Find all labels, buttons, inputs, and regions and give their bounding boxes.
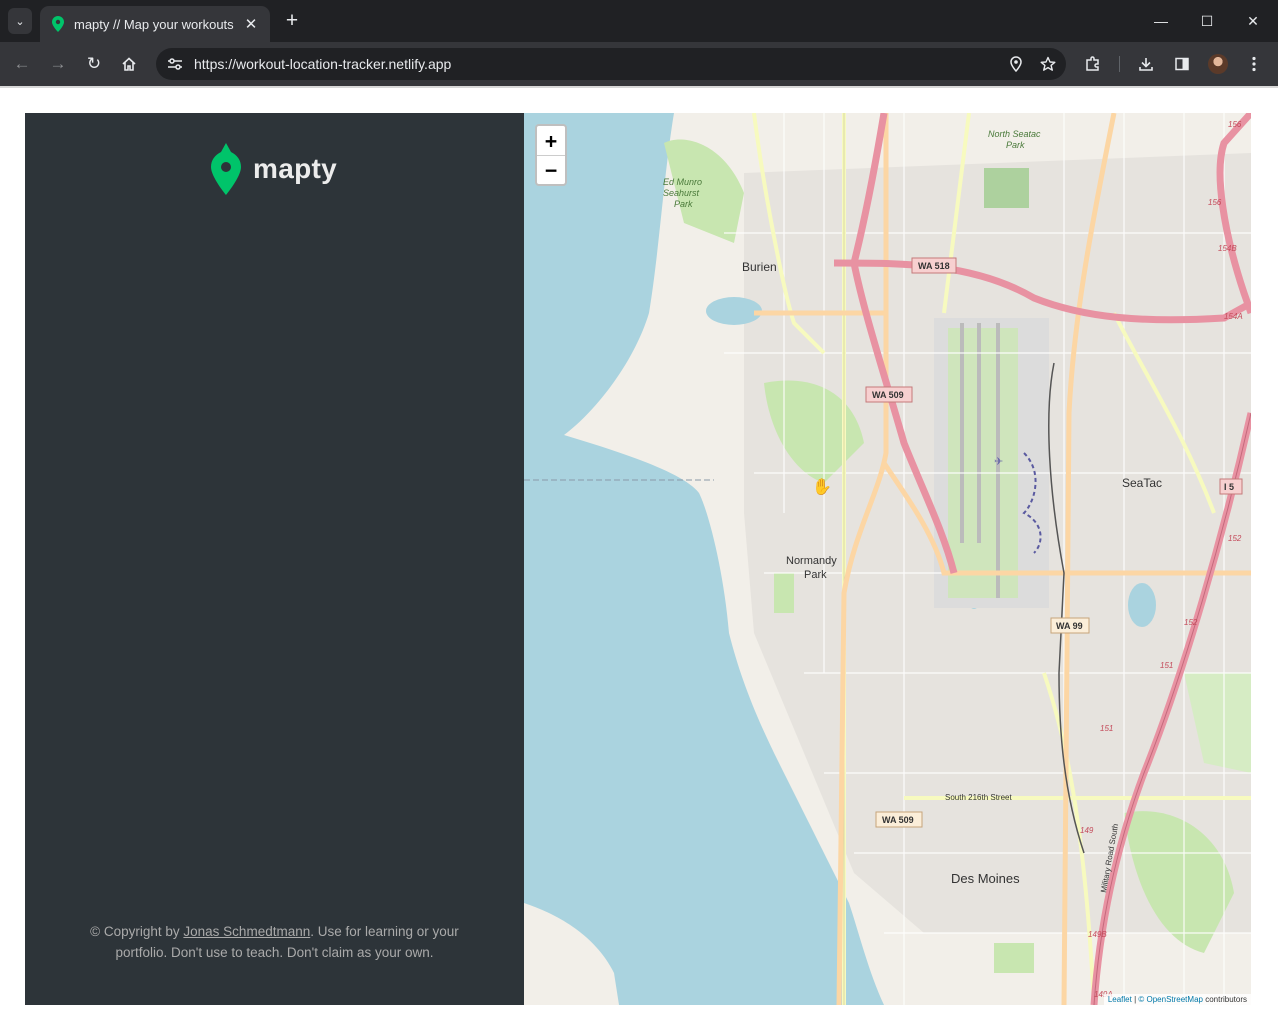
label-normandy: Normandy (786, 555, 837, 567)
url-text: https://workout-location-tracker.netlify… (194, 56, 452, 72)
park (984, 168, 1029, 208)
copyright-text: © Copyright by Jonas Schmedtmann. Use fo… (65, 921, 484, 963)
label-seatac: SeaTac (1122, 476, 1162, 490)
maximize-button[interactable]: ☐ (1184, 8, 1230, 34)
map-attribution: Leaflet | © OpenStreetMap contributors (1103, 994, 1251, 1005)
address-bar[interactable]: https://workout-location-tracker.netlify… (156, 48, 1066, 80)
lake (706, 297, 762, 325)
svg-text:151: 151 (1160, 661, 1173, 670)
label-ed-munro: Ed Munro (663, 177, 702, 187)
map-pin-logo-icon (211, 143, 241, 195)
airport-grass (948, 328, 1018, 598)
reload-icon[interactable]: ↻ (80, 50, 108, 78)
minimize-button[interactable]: — (1138, 8, 1184, 34)
shield-wa509-south: WA 509 (882, 815, 914, 825)
osm-link[interactable]: © OpenStreetMap (1138, 995, 1203, 1004)
label-seahurst: Seahurst (663, 188, 700, 198)
profile-avatar[interactable] (1204, 50, 1232, 78)
browser-tabbar: ⌄ mapty // Map your workouts ✕ + — ☐ ✕ (0, 0, 1278, 42)
browser-toolbar: ← → ↻ https://workout-location-tracker.n… (0, 42, 1278, 86)
park (994, 943, 1034, 973)
label-park: Park (674, 199, 693, 209)
zoom-in-button[interactable]: + (537, 126, 565, 155)
new-tab-button[interactable]: + (280, 9, 304, 33)
svg-text:156: 156 (1208, 198, 1222, 207)
location-icon[interactable] (1002, 50, 1030, 78)
mapty-app: mapty © Copyright by Jonas Schmedtmann. … (25, 113, 1251, 1005)
svg-text:154B: 154B (1218, 244, 1237, 253)
label-south-216th: South 216th Street (945, 793, 1012, 802)
author-link[interactable]: Jonas Schmedtmann (183, 924, 310, 939)
bookmark-star-icon[interactable] (1034, 50, 1062, 78)
download-icon[interactable] (1132, 50, 1160, 78)
toolbar-separator (1119, 56, 1120, 72)
extensions-icon[interactable] (1079, 50, 1107, 78)
close-window-button[interactable]: ✕ (1230, 8, 1276, 34)
lake (1128, 583, 1156, 627)
label-north-seatac-park: North Seatac (988, 129, 1041, 139)
tab-title: mapty // Map your workouts (74, 16, 234, 32)
sidebar: mapty © Copyright by Jonas Schmedtmann. … (25, 113, 524, 1005)
menu-icon[interactable] (1240, 50, 1268, 78)
mapty-favicon-icon (52, 16, 64, 32)
site-info-icon[interactable] (166, 55, 184, 73)
shield-wa518: WA 518 (918, 261, 950, 271)
svg-text:151: 151 (1100, 724, 1113, 733)
park (774, 573, 794, 613)
svg-text:156: 156 (1228, 120, 1242, 129)
shield-wa509: WA 509 (872, 390, 904, 400)
home-icon[interactable] (115, 50, 143, 78)
zoom-out-button[interactable]: − (537, 155, 565, 184)
map[interactable]: WA 518 WA 509 WA 99 I 5 WA 509 North Sea… (524, 113, 1251, 1005)
svg-text:149B: 149B (1088, 930, 1107, 939)
airport-icon: ✈ (994, 456, 1003, 468)
logo-text: mapty (253, 153, 337, 184)
svg-text:154A: 154A (1224, 312, 1243, 321)
label-normandy-park: Park (804, 569, 827, 581)
land-southwest (524, 903, 619, 1005)
attribution-contributors: contributors (1202, 995, 1247, 1004)
browser-tab[interactable]: mapty // Map your workouts ✕ (40, 6, 270, 42)
shield-wa99: WA 99 (1056, 621, 1083, 631)
map-tiles[interactable]: WA 518 WA 509 WA 99 I 5 WA 509 North Sea… (524, 113, 1251, 1005)
copyright-prefix: © Copyright by (90, 924, 184, 939)
tab-close-icon[interactable]: ✕ (242, 15, 260, 33)
hand-cursor-icon: ✋ (812, 479, 832, 496)
side-panel-icon[interactable] (1168, 50, 1196, 78)
svg-text:152: 152 (1228, 534, 1242, 543)
leaflet-link[interactable]: Leaflet (1108, 995, 1132, 1004)
svg-text:149: 149 (1080, 826, 1094, 835)
tab-list-icon[interactable]: ⌄ (8, 8, 32, 34)
svg-text:152: 152 (1184, 618, 1198, 627)
zoom-control: + − (535, 124, 567, 186)
label-north-seatac-park-2: Park (1006, 140, 1025, 150)
shield-i5: I 5 (1224, 482, 1234, 492)
page-top-edge (0, 86, 1278, 88)
label-burien: Burien (742, 260, 777, 274)
label-des-moines: Des Moines (951, 871, 1020, 886)
back-icon[interactable]: ← (8, 50, 36, 78)
forward-icon[interactable]: → (44, 50, 72, 78)
logo: mapty (211, 143, 337, 195)
